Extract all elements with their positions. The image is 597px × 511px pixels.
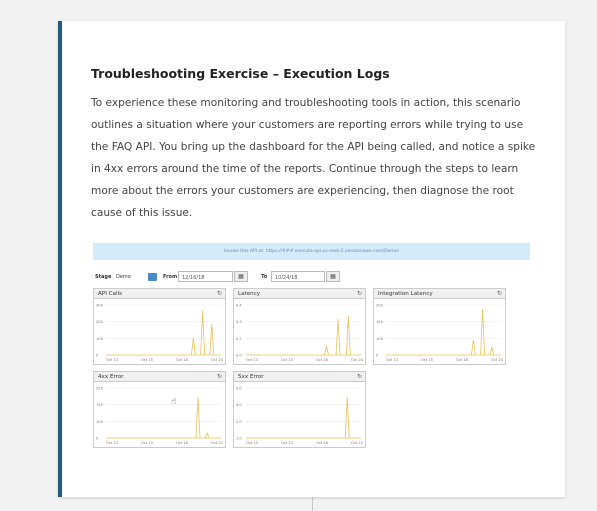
stage-dropdown-icon[interactable] <box>148 273 157 281</box>
calendar-icon[interactable]: ▦ <box>326 271 340 282</box>
stage-value: Demo <box>116 274 131 280</box>
to-date-input[interactable]: 10/24/18 <box>271 271 325 282</box>
panel-latency: Latency ↻ 0.4 0.3 0.2 0.0 Oct 13 Oct 15 Oct 18 O… <box>233 288 366 365</box>
x-tick-label: Oct 15 <box>141 358 153 362</box>
y-tick-label: 0 <box>376 354 379 358</box>
x-tick-label: Oct 22 <box>351 441 363 445</box>
exercise-title: Troubleshooting Exercise – Execution Log… <box>91 66 390 81</box>
x-tick-label: Oct 15 <box>281 441 293 445</box>
x-tick-label: Oct 13 <box>246 441 258 445</box>
timeline-connector <box>312 497 313 511</box>
series-spike <box>191 337 196 356</box>
to-label: To <box>261 274 268 280</box>
y-tick-label: 2.0 <box>236 420 242 424</box>
y-tick-label: 250 <box>96 387 104 391</box>
panel-title: 4xx Error <box>98 374 124 380</box>
stage-label: Stage <box>95 274 112 280</box>
invoke-url-banner: Invoke this API at: https://###.execute-… <box>93 243 530 260</box>
y-tick-label: 100 <box>376 337 384 341</box>
y-tick-label: 300 <box>96 304 104 308</box>
y-tick-label: 0 <box>96 354 99 358</box>
refresh-icon[interactable]: ↻ <box>357 289 362 299</box>
y-tick-label: 0.3 <box>236 320 242 324</box>
x-tick-label: Oct 20 <box>351 358 364 362</box>
series-spike <box>480 308 485 356</box>
dashboard-screenshot: Invoke this API at: https://###.execute-… <box>93 243 530 453</box>
y-tick-label: 150 <box>376 320 384 324</box>
y-tick-label: 100 <box>96 420 104 424</box>
series-spike <box>209 323 215 356</box>
panel-api-calls: API Calls ↻ 300 200 100 0 Oct 13 Oct 15 Oct 18 O… <box>93 288 226 365</box>
series-spike <box>200 310 205 356</box>
panel-chart: 0.4 0.3 0.2 0.0 Oct 13 Oct 15 Oct 18 Oct 20 <box>236 304 364 363</box>
x-tick-label: Oct 15 <box>141 441 153 445</box>
y-tick-label: 200 <box>376 304 384 308</box>
x-tick-label: Oct 20 <box>211 358 224 362</box>
x-tick-label: Oct 18 <box>176 441 189 445</box>
panel-title: Latency <box>238 291 261 297</box>
exercise-card: Troubleshooting Exercise – Execution Log… <box>58 21 565 497</box>
series-spike <box>344 396 350 439</box>
refresh-icon[interactable]: ↻ <box>217 289 222 299</box>
panel-title: 5xx Error <box>238 374 264 380</box>
calendar-icon[interactable]: ▦ <box>234 271 248 282</box>
x-tick-label: Oct 15 <box>281 358 293 362</box>
x-tick-label: Oct 13 <box>246 358 258 362</box>
x-tick-label: Oct 18 <box>316 441 329 445</box>
y-tick-label: 0 <box>96 437 99 441</box>
series-spike <box>471 339 476 356</box>
series-spike <box>195 396 201 439</box>
series-spike <box>335 318 341 356</box>
y-tick-label: 4.0 <box>236 403 242 407</box>
panel-4xx-error: 4xx Error ↻ 250 150 100 0 Oct 13 Oct 15 Oct 18 O… <box>93 371 226 448</box>
refresh-icon[interactable]: ↻ <box>497 289 502 299</box>
refresh-icon[interactable]: ↻ <box>357 372 362 382</box>
y-tick-label: 0.4 <box>236 304 242 308</box>
refresh-icon[interactable]: ↻ <box>217 372 222 382</box>
series-spike <box>324 345 329 356</box>
y-tick-label: 1.0 <box>236 437 242 441</box>
x-tick-label: Oct 18 <box>456 358 469 362</box>
y-tick-label: 0.0 <box>236 354 242 358</box>
x-tick-label: Oct 13 <box>386 358 398 362</box>
from-date-input[interactable]: 12/16/18 <box>178 271 233 282</box>
panel-title: API Calls <box>98 291 122 297</box>
panel-integration-latency: Integration Latency ↻ 200 150 100 0 Oct 13 Oct… <box>373 288 506 365</box>
y-tick-label: 150 <box>96 403 104 407</box>
y-tick-label: 100 <box>96 337 104 341</box>
panel-5xx-error: 5xx Error ↻ 5.0 4.0 2.0 1.0 Oct 13 Oct 15 Oct 1… <box>233 371 366 448</box>
x-tick-label: Oct 18 <box>316 358 329 362</box>
y-tick-label: 0.2 <box>236 337 242 341</box>
panel-chart: 200 150 100 0 Oct 13 Oct 15 Oct 18 Oct 20 <box>376 304 504 363</box>
from-label: From <box>163 274 178 280</box>
panel-chart: 5.0 4.0 2.0 1.0 Oct 13 Oct 15 Oct 18 Oct 22 <box>236 387 363 446</box>
x-tick-label: Oct 18 <box>176 358 189 362</box>
x-tick-label: Oct 15 <box>421 358 433 362</box>
series-spike <box>489 345 495 356</box>
x-tick-label: Oct 22 <box>211 441 223 445</box>
y-tick-label: 5.0 <box>236 387 242 391</box>
panel-chart: 300 200 100 0 Oct 13 Oct 15 Oct 18 Oct 20 <box>96 304 224 363</box>
hand-cursor-icon: ☝ <box>171 397 177 407</box>
series-spike <box>204 431 210 439</box>
panel-chart: 250 150 100 0 Oct 13 Oct 15 Oct 18 Oct 22 <box>96 387 223 446</box>
panel-title: Integration Latency <box>378 291 433 297</box>
x-tick-label: Oct 20 <box>491 358 504 362</box>
y-tick-label: 200 <box>96 320 104 324</box>
x-tick-label: Oct 13 <box>106 358 118 362</box>
exercise-body: To experience these monitoring and troub… <box>91 97 536 219</box>
x-tick-label: Oct 13 <box>106 441 118 445</box>
